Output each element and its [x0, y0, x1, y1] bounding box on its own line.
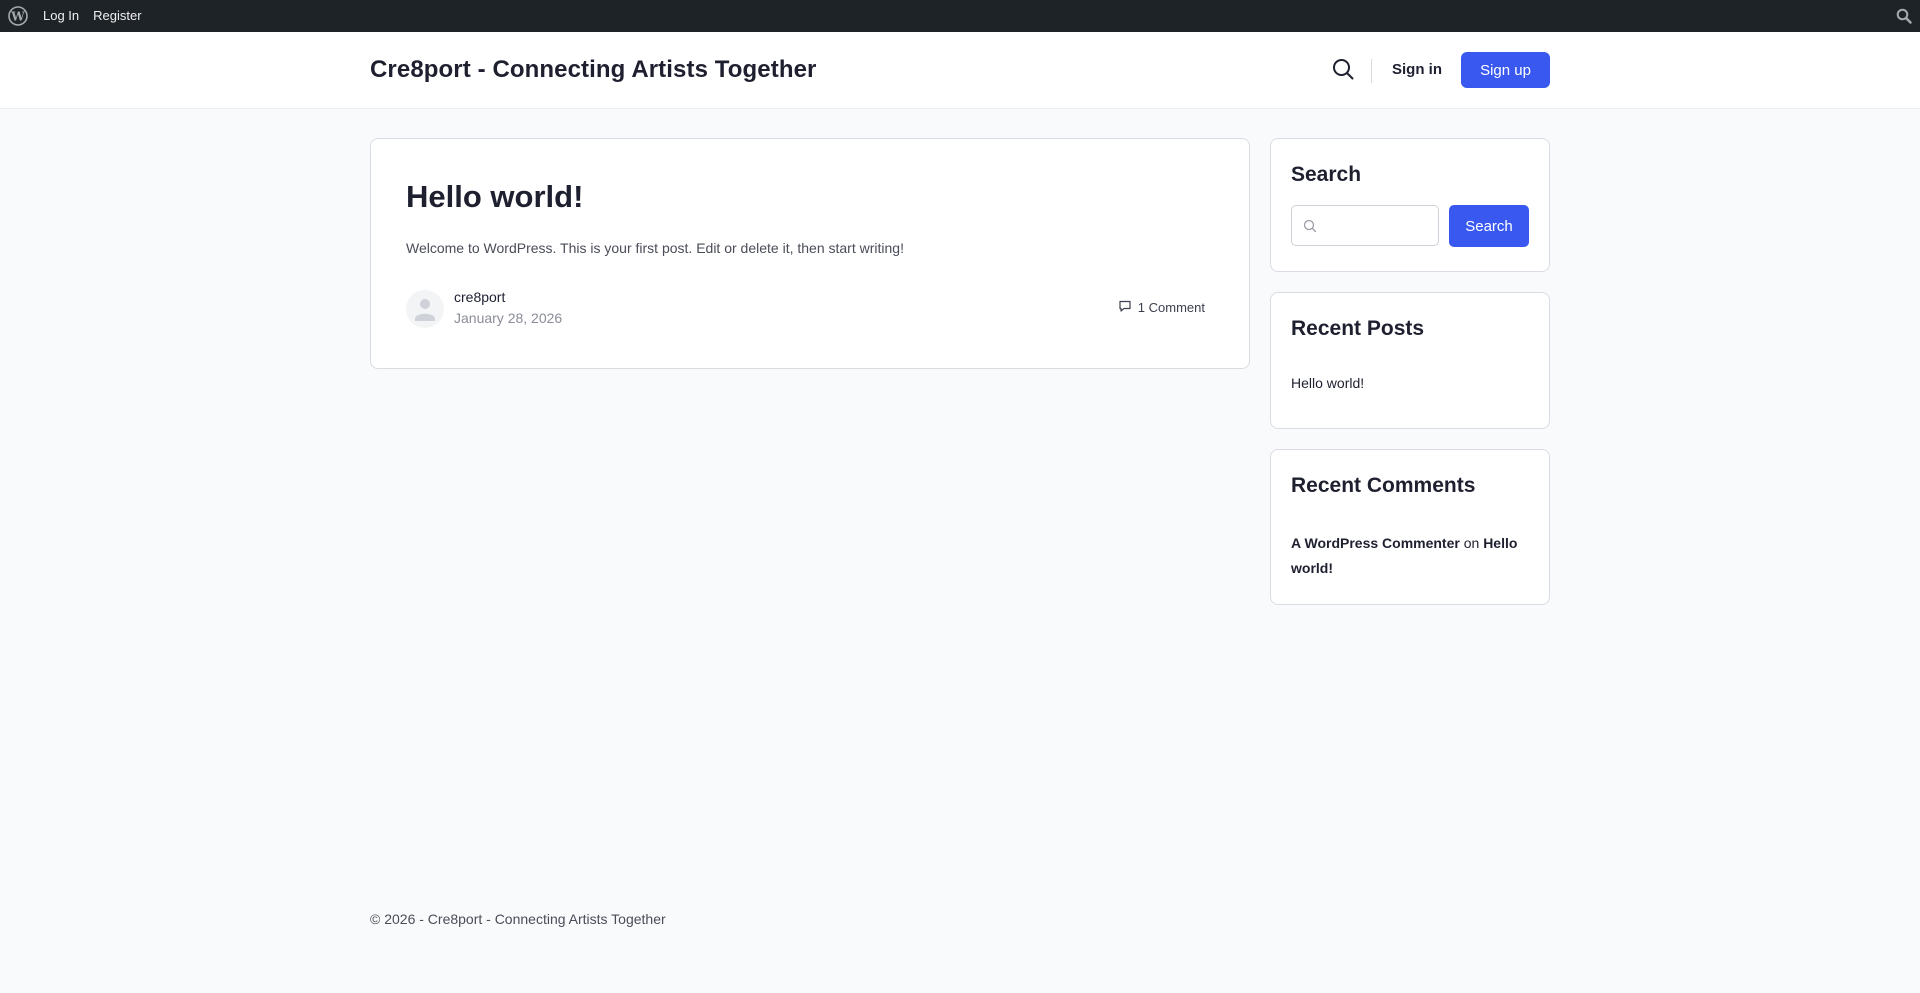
- comments-count: 1 Comment: [1137, 300, 1205, 315]
- post-author[interactable]: cre8port: [454, 289, 505, 305]
- comments-link[interactable]: 1 Comment: [1118, 299, 1205, 316]
- search-button[interactable]: Search: [1449, 205, 1529, 247]
- footer-copyright: © 2026 - Cre8port - Connecting Artists T…: [370, 911, 666, 927]
- post-card: Hello world! Welcome to WordPress. This …: [370, 138, 1250, 369]
- sign-up-button[interactable]: Sign up: [1461, 52, 1550, 88]
- commenter-link[interactable]: A WordPress Commenter: [1291, 535, 1460, 551]
- site-title[interactable]: Cre8port - Connecting Artists Together: [370, 56, 817, 84]
- search-field-icon: [1303, 219, 1317, 233]
- recent-comments-widget: Recent Comments A WordPress Commenter on…: [1270, 449, 1550, 605]
- widget-title-recent-posts: Recent Posts: [1291, 317, 1425, 340]
- header-divider: [1371, 59, 1372, 83]
- search-input[interactable]: [1324, 206, 1434, 245]
- login-link[interactable]: Log In: [36, 0, 86, 32]
- admin-bar: W Log In Register: [0, 0, 1920, 32]
- post-excerpt: Welcome to WordPress. This is your first…: [406, 240, 904, 256]
- site-header: Cre8port - Connecting Artists Together S…: [0, 32, 1920, 109]
- register-link[interactable]: Register: [86, 0, 148, 32]
- widget-title-recent-comments: Recent Comments: [1291, 474, 1476, 497]
- search-widget: Search Search: [1270, 138, 1550, 272]
- admin-search-icon[interactable]: [1896, 0, 1912, 32]
- avatar: [406, 290, 444, 328]
- recent-comment-item: A WordPress Commenter on Hello world!: [1291, 531, 1531, 581]
- comment-icon: [1118, 299, 1132, 316]
- search-input-box[interactable]: [1291, 205, 1439, 246]
- post-title[interactable]: Hello world!: [406, 179, 583, 215]
- wordpress-logo-icon[interactable]: W: [0, 0, 36, 32]
- svg-text:W: W: [10, 10, 25, 24]
- comment-connector: on: [1463, 535, 1480, 551]
- post-date: January 28, 2026: [454, 310, 563, 326]
- search-icon[interactable]: [1332, 58, 1354, 80]
- sign-in-link[interactable]: Sign in: [1392, 61, 1442, 78]
- recent-posts-widget: Recent Posts Hello world!: [1270, 292, 1550, 429]
- user-icon: [415, 299, 435, 321]
- widget-title-search: Search: [1291, 163, 1362, 186]
- recent-post-link[interactable]: Hello world!: [1291, 375, 1364, 391]
